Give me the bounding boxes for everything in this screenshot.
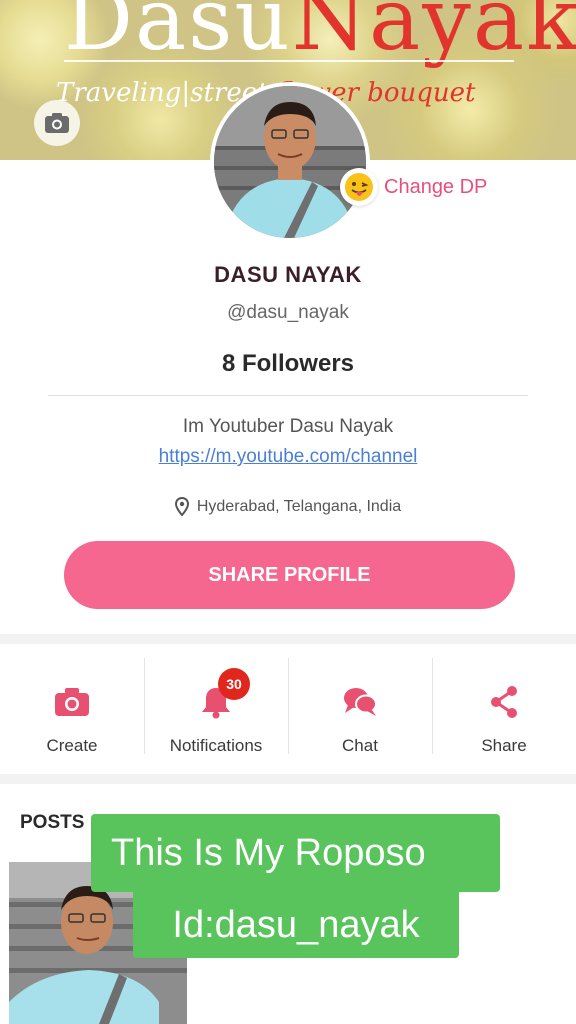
caption-line-1: This Is My Roposo [91, 814, 500, 892]
profile-avatar[interactable] [210, 82, 370, 242]
tongue-out-emoji-icon [340, 168, 378, 206]
profile-location: Hyderabad, Telangana, India [0, 497, 576, 516]
bell-icon: 30 [196, 668, 250, 722]
location-text: Hyderabad, Telangana, India [196, 497, 402, 515]
notifications-action[interactable]: 30 Notifications [144, 644, 288, 774]
create-label: Create [46, 736, 98, 755]
action-bar: Create 30 Notifications Chat Share [0, 644, 576, 774]
share-action[interactable]: Share [432, 644, 576, 774]
change-dp-label: Change DP [384, 175, 488, 198]
share-label: Share [481, 736, 527, 755]
camera-icon [45, 113, 69, 133]
share-icon [484, 682, 524, 722]
profile-screen: DasuNayak Traveling|street flower bouque… [0, 0, 576, 1024]
create-action[interactable]: Create [0, 644, 144, 774]
chat-icon [340, 682, 380, 722]
avatar-photo [214, 86, 366, 238]
chat-label: Chat [342, 736, 378, 755]
location-pin-icon [174, 497, 189, 516]
change-dp-button[interactable]: Change DP [340, 168, 487, 206]
profile-divider [48, 395, 528, 396]
share-profile-button[interactable]: SHARE PROFILE [64, 541, 515, 609]
posts-heading: POSTS [20, 812, 85, 833]
change-cover-button[interactable] [34, 100, 80, 146]
profile-handle: @dasu_nayak [227, 302, 349, 323]
camera-icon [52, 682, 92, 722]
cover-divider [64, 60, 514, 62]
profile-link[interactable]: https://m.youtube.com/channel [0, 446, 576, 468]
notifications-label: Notifications [169, 736, 263, 755]
profile-bio: Im Youtuber Dasu Nayak [182, 416, 394, 437]
notification-badge: 30 [218, 668, 250, 700]
caption-line-2: Id:dasu_nayak [133, 892, 459, 958]
chat-action[interactable]: Chat [288, 644, 432, 774]
profile-name: DASU NAYAK [214, 262, 362, 287]
followers-count[interactable]: 8 Followers [0, 350, 576, 378]
